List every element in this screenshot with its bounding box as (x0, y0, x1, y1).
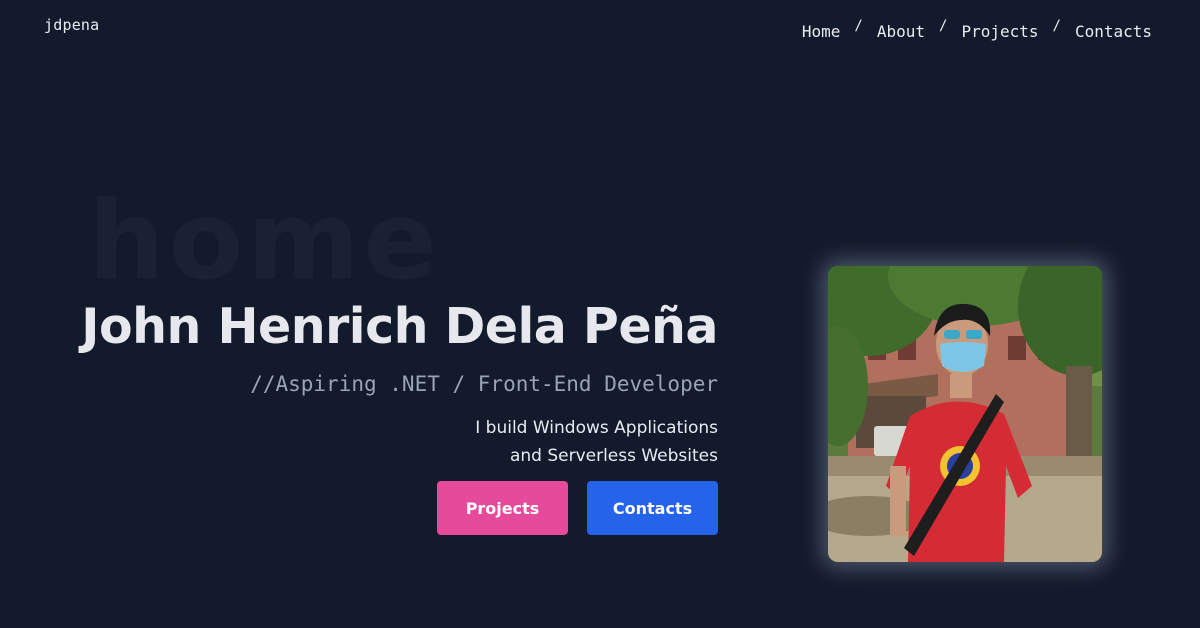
profile-photo (828, 266, 1102, 562)
nav-projects-link[interactable]: Projects (961, 22, 1038, 41)
site-logo[interactable]: jdpena (44, 16, 99, 34)
contacts-button[interactable]: Contacts (587, 481, 718, 535)
home-page: jdpena Home / About / Projects / Contact… (0, 0, 1200, 628)
projects-button[interactable]: Projects (437, 481, 568, 535)
nav-separator: / (939, 18, 948, 34)
nav-about-link[interactable]: About (877, 22, 925, 41)
nav-separator: / (1052, 18, 1061, 34)
section-watermark: home (88, 179, 441, 304)
main-nav: Home / About / Projects / Contacts (802, 18, 1152, 41)
nav-separator: / (854, 18, 863, 34)
hero-description: I build Windows Applications and Serverl… (475, 414, 718, 470)
hero-description-line: I build Windows Applications (475, 418, 718, 438)
nav-contacts-link[interactable]: Contacts (1075, 22, 1152, 41)
hero-tagline: //Aspiring .NET / Front-End Developer (250, 372, 718, 396)
nav-home-link[interactable]: Home (802, 22, 841, 41)
hero-name: John Henrich Dela Peña (81, 298, 718, 355)
hero-description-line: and Serverless Websites (509, 446, 718, 466)
